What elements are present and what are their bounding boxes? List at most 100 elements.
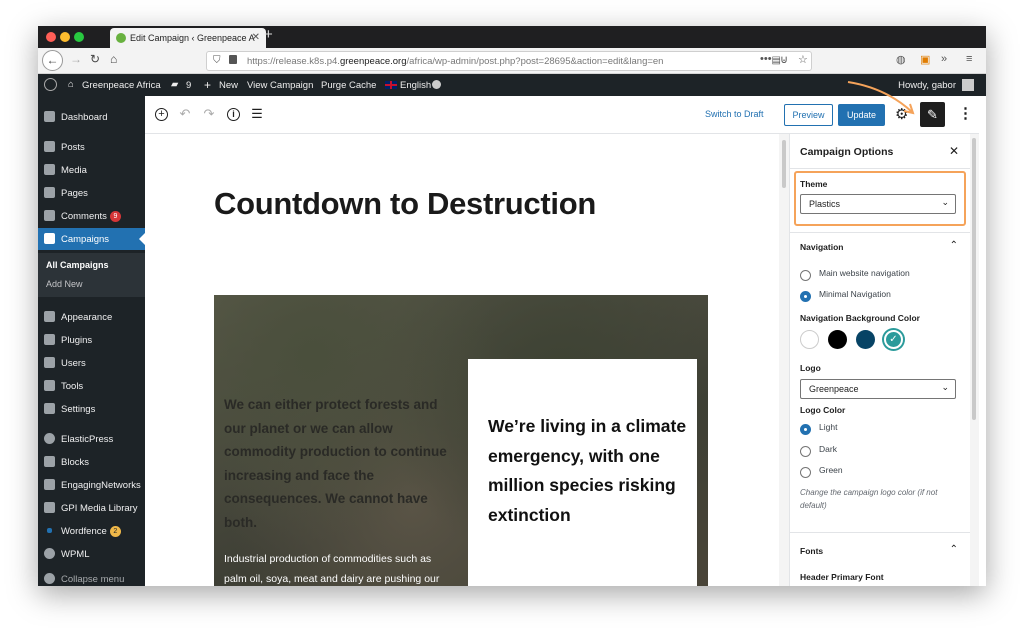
sidebar-item-tools[interactable]: Tools — [38, 375, 145, 397]
color-swatch-navy[interactable] — [856, 330, 875, 349]
new-tab-button[interactable]: + — [264, 26, 273, 43]
add-block-icon[interactable]: + — [155, 108, 168, 121]
theme-label: Theme — [800, 179, 828, 189]
sidebar-item-appearance[interactable]: Appearance — [38, 306, 145, 328]
sidebar-item-label: WPML — [61, 549, 90, 560]
hero-image-block[interactable]: We can either protect forests and our pl… — [214, 295, 708, 586]
logo-label: Logo — [800, 363, 821, 373]
sidebar-item-engagingnetworks[interactable]: EngagingNetworks — [38, 474, 145, 496]
header-primary-font-label: Header Primary Font — [800, 572, 884, 582]
radio-minimal-navigation[interactable] — [800, 291, 811, 302]
annotation-arrow-icon — [847, 81, 915, 115]
wp-admin-bar: ⌂ Greenpeace Africa ▰ 9 + New View Campa… — [38, 74, 986, 96]
new-link[interactable]: New — [219, 80, 238, 91]
sidebar-item-posts[interactable]: Posts — [38, 136, 145, 158]
sidebar-item-pages[interactable]: Pages — [38, 182, 145, 204]
sidebar-item-plugins[interactable]: Plugins — [38, 329, 145, 351]
redo-icon[interactable]: ↷ — [201, 106, 217, 122]
panel-scrollbar[interactable] — [970, 134, 979, 586]
sidebar-item-settings[interactable]: Settings — [38, 398, 145, 420]
hamburger-menu-icon[interactable]: ≡ — [966, 53, 972, 65]
theme-select-value: Plastics — [809, 199, 841, 209]
wordpress-logo-icon[interactable] — [44, 78, 57, 91]
theme-select[interactable]: Plastics ⌄ — [800, 194, 956, 214]
users-icon — [44, 357, 55, 368]
extension-icon[interactable]: ◍ — [896, 53, 906, 66]
chevron-up-icon[interactable]: ⌃ — [950, 240, 958, 251]
forward-arrow-icon[interactable]: → — [70, 52, 82, 66]
chevron-up-icon[interactable]: ⌃ — [950, 544, 958, 555]
submenu-add-new[interactable]: Add New — [46, 279, 83, 289]
site-name-link[interactable]: Greenpeace Africa — [82, 80, 161, 91]
minimize-window-button[interactable] — [60, 32, 70, 42]
avatar[interactable] — [962, 79, 974, 91]
maximize-window-button[interactable] — [74, 32, 84, 42]
nav-bg-color-label: Navigation Background Color — [800, 313, 920, 323]
fonts-heading[interactable]: Fonts — [800, 546, 823, 556]
sidebar-item-comments[interactable]: Comments 9 — [38, 205, 145, 227]
scroll-thumb[interactable] — [782, 140, 786, 188]
bookmark-star-icon[interactable]: ☆ — [798, 53, 808, 66]
comments-badge: 9 — [109, 211, 121, 222]
sidebar-item-wpml[interactable]: WPML — [38, 543, 145, 565]
sidebar-item-dashboard[interactable]: Dashboard — [38, 106, 145, 128]
plus-icon: + — [204, 78, 212, 92]
more-options-icon[interactable]: ⋮ — [958, 104, 973, 122]
megaphone-icon — [44, 233, 55, 244]
logo-select[interactable]: Greenpeace ⌄ — [800, 379, 956, 399]
close-window-button[interactable] — [46, 32, 56, 42]
media-icon — [44, 164, 55, 175]
sidebar-item-elasticpress[interactable]: ElasticPress — [38, 428, 145, 450]
blocks-icon — [44, 456, 55, 467]
sidebar-item-wordfence[interactable]: Wordfence 2 — [38, 520, 145, 542]
list-view-icon[interactable]: ☰ — [249, 106, 265, 122]
sidebar-item-gpi-media-library[interactable]: GPI Media Library — [38, 497, 145, 519]
radio-main-navigation[interactable] — [800, 270, 811, 281]
overflow-chevron-icon[interactable]: » — [941, 53, 947, 65]
purge-cache-link[interactable]: Purge Cache — [321, 80, 376, 91]
navigation-heading[interactable]: Navigation — [800, 242, 843, 252]
collapse-menu-button[interactable]: Collapse menu — [38, 568, 145, 586]
sidebar-item-blocks[interactable]: Blocks — [38, 451, 145, 473]
pocket-icon[interactable]: ⊍ — [780, 53, 788, 66]
info-icon[interactable]: i — [227, 108, 240, 121]
sidebar-item-label: Dashboard — [61, 112, 108, 123]
color-swatch-black[interactable] — [828, 330, 847, 349]
scroll-thumb[interactable] — [972, 138, 976, 420]
url-bar[interactable]: ⛉ https://release.k8s.p4.greenpeace.org/… — [206, 51, 812, 71]
close-tab-icon[interactable]: ✕ — [252, 32, 260, 43]
back-arrow-icon[interactable]: ← — [42, 50, 63, 71]
browser-tab[interactable]: Edit Campaign ‹ Greenpeace A ✕ — [110, 28, 266, 48]
view-campaign-link[interactable]: View Campaign — [247, 80, 313, 91]
color-swatch-teal[interactable]: ✓ — [884, 330, 903, 349]
language-switcher[interactable]: English — [400, 80, 431, 91]
sidebar-item-media[interactable]: Media — [38, 159, 145, 181]
notification-extension-icon[interactable]: ▣ — [920, 53, 930, 66]
switch-to-draft-button[interactable]: Switch to Draft — [705, 109, 764, 119]
help-icon — [432, 80, 441, 89]
tab-bar: Edit Campaign ‹ Greenpeace A ✕ + — [38, 26, 986, 48]
radio-logo-light[interactable] — [800, 424, 811, 435]
reload-icon[interactable]: ↻ — [90, 52, 100, 66]
campaign-options-pin-icon[interactable]: ✎ — [920, 102, 945, 127]
quote-card: We’re living in a climate emergency, wit… — [468, 359, 697, 586]
close-icon[interactable]: ✕ — [949, 144, 959, 158]
divider — [790, 232, 971, 233]
home-icon[interactable]: ⌂ — [110, 52, 117, 66]
comments-count[interactable]: 9 — [186, 80, 191, 91]
undo-icon[interactable]: ↶ — [177, 106, 193, 122]
canvas-scrollbar[interactable] — [779, 134, 789, 586]
post-title[interactable]: Countdown to Destruction — [214, 186, 596, 222]
wrench-icon — [44, 380, 55, 391]
radio-logo-green[interactable] — [800, 467, 811, 478]
sidebar-item-campaigns[interactable]: Campaigns — [38, 228, 145, 250]
preview-button[interactable]: Preview — [784, 104, 833, 126]
submenu-all-campaigns[interactable]: All Campaigns — [46, 260, 109, 270]
radio-logo-dark[interactable] — [800, 446, 811, 457]
more-actions-icon[interactable]: ••• — [760, 53, 772, 65]
chevron-down-icon: ⌄ — [941, 197, 949, 207]
browser-toolbar: ← → ↻ ⌂ ⛉ https://release.k8s.p4.greenpe… — [38, 48, 986, 74]
sidebar-item-users[interactable]: Users — [38, 352, 145, 374]
dashboard-icon — [44, 111, 55, 122]
color-swatch-white[interactable] — [800, 330, 819, 349]
